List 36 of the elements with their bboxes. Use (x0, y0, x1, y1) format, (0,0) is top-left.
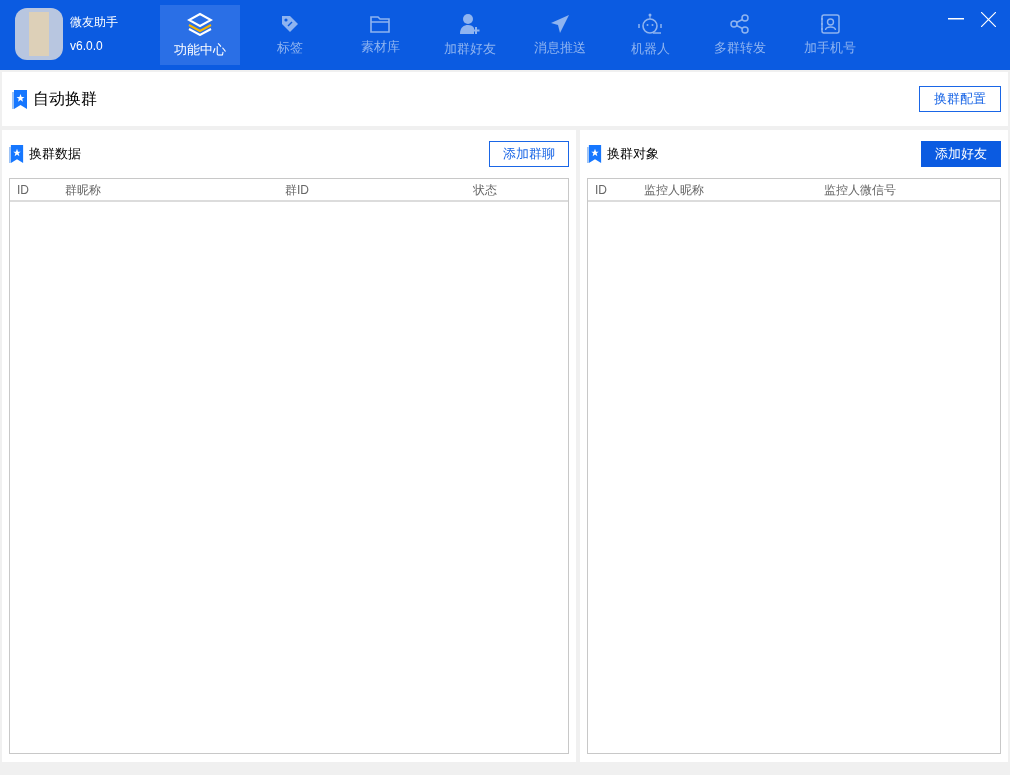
app-version: v6.0.0 (70, 38, 104, 54)
paper-plane-icon (550, 14, 570, 34)
share-icon (730, 14, 750, 34)
nav-tab[interactable]: 多群转发 (700, 5, 780, 65)
column-header: 监控人昵称 (643, 181, 705, 199)
add-button[interactable]: 添加好友 (921, 141, 1001, 167)
nav-tab[interactable]: 加手机号 (790, 5, 870, 65)
nav-tab[interactable]: 消息推送 (520, 5, 600, 65)
nav-tab[interactable]: 功能中心 (160, 5, 240, 65)
add-user-icon (459, 13, 481, 35)
layers-icon (187, 12, 213, 36)
column-header: 群ID (284, 181, 310, 199)
close-icon[interactable] (981, 12, 996, 27)
nav-tab[interactable]: 标签 (250, 5, 330, 65)
logo-icon (15, 8, 63, 60)
robot-icon (638, 13, 662, 35)
nav-tab[interactable]: 机器人 (610, 5, 690, 65)
nav-tab[interactable]: 加群好友 (430, 5, 510, 65)
tag-icon (280, 14, 300, 34)
config-button[interactable]: 换群配置 (919, 86, 1001, 112)
column-header: ID (594, 181, 608, 199)
nav-tab[interactable]: 素材库 (340, 5, 420, 65)
panel-title: 换群对象 (607, 145, 659, 164)
folder-icon (370, 15, 390, 33)
column-header: 群昵称 (64, 181, 102, 199)
column-header: 监控人微信号 (823, 181, 897, 199)
bookmark-star-icon (587, 145, 603, 163)
contact-book-icon (820, 14, 840, 34)
bookmark-star-icon (9, 145, 25, 163)
add-button[interactable]: 添加群聊 (489, 141, 569, 167)
bookmark-star-icon (12, 89, 29, 109)
column-header: 状态 (472, 181, 498, 199)
app-name: 微友助手 (70, 14, 118, 30)
page-title: 自动换群 (33, 89, 97, 109)
panel-title: 换群数据 (29, 145, 81, 164)
column-header: ID (16, 181, 30, 199)
